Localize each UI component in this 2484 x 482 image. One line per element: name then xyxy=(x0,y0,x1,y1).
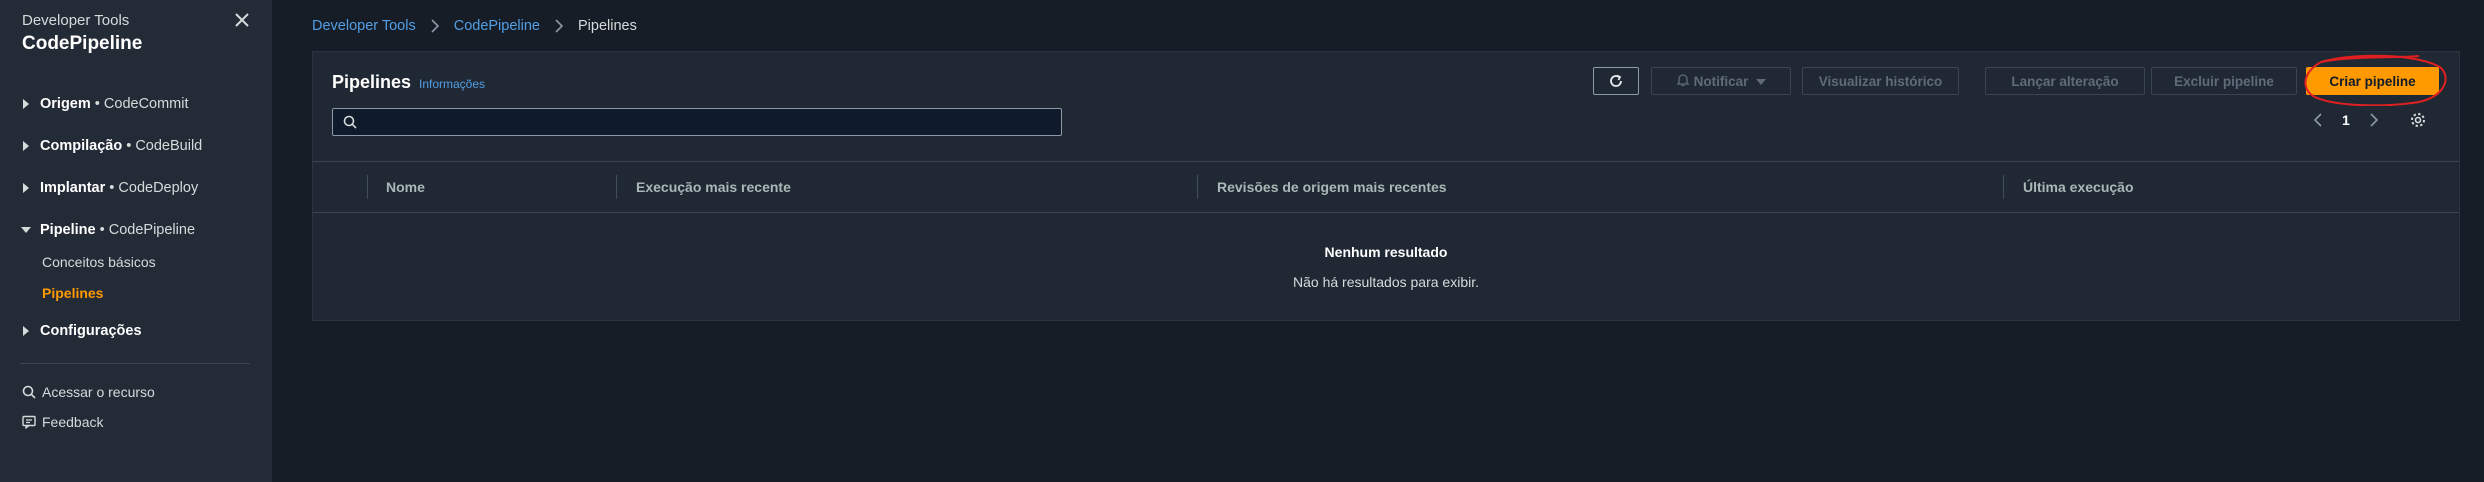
sidebar-item-conceitos-basicos[interactable]: Conceitos básicos xyxy=(42,254,156,270)
search-field[interactable] xyxy=(332,108,1062,136)
breadcrumb-codepipeline[interactable]: CodePipeline xyxy=(454,18,540,34)
refresh-button[interactable] xyxy=(1593,67,1639,95)
close-icon[interactable] xyxy=(232,10,252,30)
go-to-resource-label: Acessar o recurso xyxy=(42,384,155,400)
empty-state-text: Não há resultados para exibir. xyxy=(1293,274,1479,290)
caret-right-icon xyxy=(20,325,32,337)
search-icon xyxy=(22,385,36,399)
chevron-right-icon[interactable] xyxy=(2364,110,2384,130)
bullet: • xyxy=(99,222,105,238)
search-input[interactable] xyxy=(357,109,1061,135)
sidebar-item-service: CodeCommit xyxy=(103,96,189,112)
sidebar-item-compilacao[interactable]: Compilação • CodeBuild xyxy=(20,138,202,154)
caret-down-icon xyxy=(20,224,32,236)
breadcrumb-developer-tools[interactable]: Developer Tools xyxy=(312,18,416,34)
notify-label: Notificar xyxy=(1693,73,1749,89)
settings-icon[interactable] xyxy=(2410,112,2426,128)
search-icon xyxy=(343,115,357,129)
column-header-ultima-execucao[interactable]: Última execução xyxy=(2023,179,2134,195)
notify-button[interactable]: Notificar xyxy=(1651,67,1791,95)
info-link[interactable]: Informações xyxy=(419,77,485,91)
sidebar-item-service: CodePipeline xyxy=(108,222,196,238)
caret-right-icon xyxy=(20,98,32,110)
pagination: 1 xyxy=(2308,110,2426,130)
side-navigation: Developer Tools CodePipeline Origem • Co… xyxy=(0,0,272,482)
sidebar-item-service: CodeBuild xyxy=(135,138,203,154)
bullet: • xyxy=(109,180,115,196)
sidebar-item-label: Origem xyxy=(40,96,91,112)
column-separator xyxy=(2003,175,2004,199)
feedback-label: Feedback xyxy=(42,414,104,430)
bullet: • xyxy=(94,96,100,112)
sidebar-item-implantar[interactable]: Implantar • CodeDeploy xyxy=(20,180,198,196)
sidebar-service-name[interactable]: Developer Tools xyxy=(22,12,142,29)
sidebar-item-label: Pipeline xyxy=(40,222,96,238)
column-separator xyxy=(616,175,617,199)
chevron-right-icon xyxy=(554,19,564,33)
bell-icon xyxy=(1676,73,1690,90)
sidebar-item-pipelines[interactable]: Pipelines xyxy=(42,285,103,301)
release-change-button[interactable]: Lançar alteração xyxy=(1985,67,2145,95)
page-title: Pipelines xyxy=(332,72,412,92)
sidebar-divider xyxy=(20,363,250,364)
caret-right-icon xyxy=(20,140,32,152)
caret-down-icon xyxy=(1756,74,1767,89)
create-pipeline-button[interactable]: Criar pipeline xyxy=(2306,67,2439,95)
breadcrumb-pipelines: Pipelines xyxy=(577,18,637,34)
table-header: Nome Execução mais recente Revisões de o… xyxy=(313,161,2459,213)
sidebar-item-label: Compilação xyxy=(40,138,123,154)
bullet: • xyxy=(126,138,132,154)
sidebar-item-label: Configurações xyxy=(40,323,142,339)
breadcrumb: Developer Tools CodePipeline Pipelines xyxy=(312,18,637,34)
delete-pipeline-button[interactable]: Excluir pipeline xyxy=(2151,67,2297,95)
refresh-icon xyxy=(1610,74,1622,87)
column-header-revisoes[interactable]: Revisões de origem mais recentes xyxy=(1217,179,1447,195)
feedback-icon xyxy=(22,415,36,429)
sidebar-item-configuracoes[interactable]: Configurações xyxy=(20,323,142,339)
sidebar-item-origem[interactable]: Origem • CodeCommit xyxy=(20,96,189,112)
sidebar-item-pipeline[interactable]: Pipeline • CodePipeline xyxy=(20,222,195,238)
sidebar-header: Developer Tools CodePipeline xyxy=(22,12,142,55)
sidebar-title[interactable]: CodePipeline xyxy=(22,33,142,55)
go-to-resource-link[interactable]: Acessar o recurso xyxy=(22,384,155,400)
sidebar-item-service: CodeDeploy xyxy=(118,180,199,196)
feedback-link[interactable]: Feedback xyxy=(22,414,103,430)
pipelines-panel: Pipelines Informações Notificar Visualiz… xyxy=(312,51,2460,321)
column-separator xyxy=(1197,175,1198,199)
chevron-left-icon[interactable] xyxy=(2308,110,2328,130)
view-history-button[interactable]: Visualizar histórico xyxy=(1802,67,1959,95)
sidebar-item-label: Implantar xyxy=(40,180,106,196)
column-separator xyxy=(367,175,368,199)
caret-right-icon xyxy=(20,182,32,194)
empty-state-title: Nenhum resultado xyxy=(1324,244,1448,260)
chevron-right-icon xyxy=(430,19,440,33)
column-header-execucao[interactable]: Execução mais recente xyxy=(636,179,791,195)
page-number[interactable]: 1 xyxy=(2342,112,2350,128)
column-header-nome[interactable]: Nome xyxy=(386,179,425,195)
